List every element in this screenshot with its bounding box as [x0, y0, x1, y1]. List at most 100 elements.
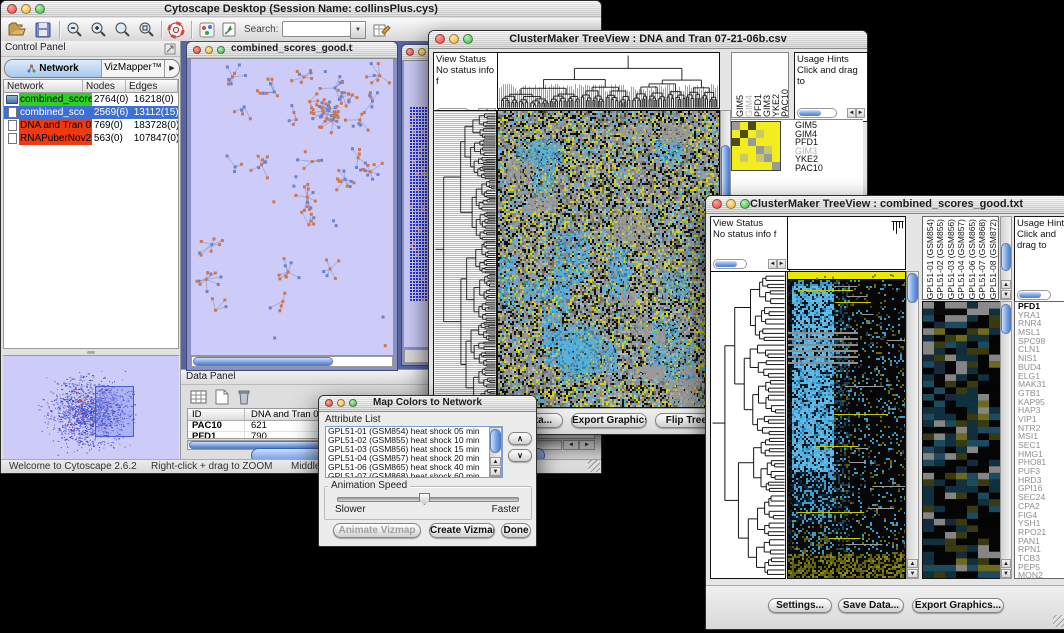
search-input[interactable]	[282, 21, 353, 37]
frame-window-controls[interactable]	[193, 46, 225, 54]
heatmap-cell[interactable]	[756, 162, 764, 170]
heatmap-cell[interactable]	[756, 122, 764, 130]
heatmap-cell[interactable]	[732, 154, 740, 162]
heatmap-v-scrollbar[interactable]: ▲ ▼	[906, 271, 919, 579]
label-v-scrollbar[interactable]: ▲ ▼	[1000, 216, 1012, 300]
heatmap-cell[interactable]	[764, 138, 772, 146]
header-network[interactable]: Network	[4, 80, 83, 93]
gene-label[interactable]: SEC1	[1018, 441, 1064, 450]
heatmap-zoom-view[interactable]	[922, 301, 1001, 579]
header-id[interactable]: ID	[188, 409, 245, 420]
heatmap-cell[interactable]	[748, 130, 756, 138]
close-icon[interactable]	[325, 399, 333, 407]
window-controls[interactable]	[325, 399, 357, 407]
network-table-row[interactable]: RNAPuberNov2+563(0)107847(0)	[4, 132, 178, 145]
dialog-title-bar[interactable]: Map Colors to Network	[319, 396, 536, 412]
create-vizmap-button[interactable]: Create Vizmap	[429, 523, 495, 538]
scrollbar-thumb[interactable]	[907, 273, 918, 303]
save-session-icon[interactable]	[33, 20, 54, 40]
gene-label[interactable]: MON2	[1018, 571, 1064, 579]
gene-label[interactable]: SEC24	[1018, 493, 1064, 502]
gene-label[interactable]: HRD3	[1018, 476, 1064, 485]
heatmap-cell[interactable]	[748, 122, 756, 130]
column-dendrogram[interactable]	[787, 216, 906, 270]
heatmap-cell[interactable]	[772, 162, 780, 170]
mini-h-scrollbar[interactable]	[797, 108, 837, 118]
float-panel-icon[interactable]	[164, 42, 176, 60]
scroll-up-icon[interactable]: ▲	[490, 457, 501, 466]
heatmap-cell[interactable]	[748, 162, 756, 170]
export-graphics-button[interactable]: Export Graphics...	[571, 413, 647, 428]
gene-label[interactable]: YRA1	[1018, 311, 1064, 320]
treeview-title-bar[interactable]: ClusterMaker TreeView : combined_scores_…	[706, 196, 1064, 214]
network-table-row[interactable]: combined_sco2569(6)13112(15)	[4, 106, 178, 119]
gene-label[interactable]: VIP1	[1018, 415, 1064, 424]
scroll-left-icon[interactable]: ◄	[768, 259, 777, 269]
gene-label[interactable]: GPI16	[1018, 484, 1064, 493]
minimize-icon[interactable]	[449, 34, 459, 44]
tab-vizmapper[interactable]: VizMapper™	[102, 60, 165, 77]
zoom-window-icon[interactable]	[35, 4, 45, 14]
zoom-window-icon[interactable]	[740, 199, 750, 209]
move-up-button[interactable]: ∧	[508, 432, 532, 445]
heatmap-cell[interactable]	[764, 146, 772, 154]
heatmap-cell[interactable]	[732, 146, 740, 154]
heatmap-cell[interactable]	[732, 130, 740, 138]
settings-button[interactable]: Settings...	[768, 598, 832, 613]
scroll-right-icon[interactable]: ►	[856, 108, 865, 118]
gene-label[interactable]: MSL1	[1018, 328, 1064, 337]
scroll-down-icon[interactable]: ▼	[490, 467, 501, 476]
close-icon[interactable]	[7, 4, 17, 14]
row-dendrogram[interactable]	[433, 110, 497, 408]
scroll-up-icon[interactable]: ▲	[1001, 280, 1011, 289]
heatmap-cell[interactable]	[748, 154, 756, 162]
header-edges[interactable]: Edges	[126, 80, 178, 93]
heatmap-cell[interactable]	[740, 138, 748, 146]
minimize-icon[interactable]	[337, 399, 345, 407]
heatmap-cell[interactable]	[748, 146, 756, 154]
heatmap-cell[interactable]	[748, 138, 756, 146]
heatmap-cell[interactable]	[740, 122, 748, 130]
zoom-window-icon[interactable]	[217, 46, 225, 54]
zoom-out-icon[interactable]	[64, 20, 85, 40]
plugin-manager-icon[interactable]	[197, 20, 218, 40]
heatmap-cell[interactable]	[764, 122, 772, 130]
select-attributes-icon[interactable]	[189, 388, 210, 408]
treeview-title-bar[interactable]: ClusterMaker TreeView : DNA and Tran 07-…	[429, 31, 867, 49]
window-controls[interactable]	[435, 34, 473, 44]
open-session-icon[interactable]	[7, 20, 28, 40]
close-icon[interactable]	[406, 48, 414, 56]
scroll-down-icon[interactable]: ▼	[907, 569, 918, 578]
gene-label[interactable]: HAP3	[1018, 406, 1064, 415]
gene-label[interactable]: RPN1	[1018, 545, 1064, 554]
gene-label[interactable]: RNR4	[1018, 319, 1064, 328]
main-title-bar[interactable]: Cytoscape Desktop (Session Name: collins…	[1, 1, 601, 19]
scrollbar-thumb[interactable]	[193, 357, 333, 366]
gene-label[interactable]: CLN1	[1018, 345, 1064, 354]
heatmap-zoom-view[interactable]	[731, 121, 781, 171]
header-nodes[interactable]: Nodes	[83, 80, 126, 93]
close-icon[interactable]	[193, 46, 201, 54]
heatmap-cell[interactable]	[756, 138, 764, 146]
network-table-row[interactable]: combined_scores_2764(0)16218(0)	[4, 93, 178, 106]
heatmap-cell[interactable]	[756, 146, 764, 154]
network-canvas[interactable]	[191, 59, 393, 355]
zoom-selected-icon[interactable]	[136, 20, 157, 40]
heatmap-global-view[interactable]	[497, 110, 720, 408]
heatmap-cell[interactable]	[740, 130, 748, 138]
gene-label[interactable]: FIG4	[1018, 511, 1064, 520]
gene-label[interactable]: PEP5	[1018, 563, 1064, 572]
close-icon[interactable]	[712, 199, 722, 209]
scroll-right-icon[interactable]: ►	[579, 440, 595, 450]
zoom-fit-icon[interactable]	[112, 20, 133, 40]
mini-h-scrollbar[interactable]	[1017, 290, 1051, 300]
heatmap-cell[interactable]	[732, 138, 740, 146]
zoom-window-icon[interactable]	[463, 34, 473, 44]
gene-label[interactable]: GTB1	[1018, 389, 1064, 398]
zoom-in-icon[interactable]	[88, 20, 109, 40]
heatmap-cell[interactable]	[772, 154, 780, 162]
scrollbar-thumb[interactable]	[1001, 304, 1011, 334]
mini-h-scrollbar[interactable]	[713, 259, 747, 269]
minimize-icon[interactable]	[205, 46, 213, 54]
scrollbar-thumb[interactable]	[490, 429, 501, 453]
